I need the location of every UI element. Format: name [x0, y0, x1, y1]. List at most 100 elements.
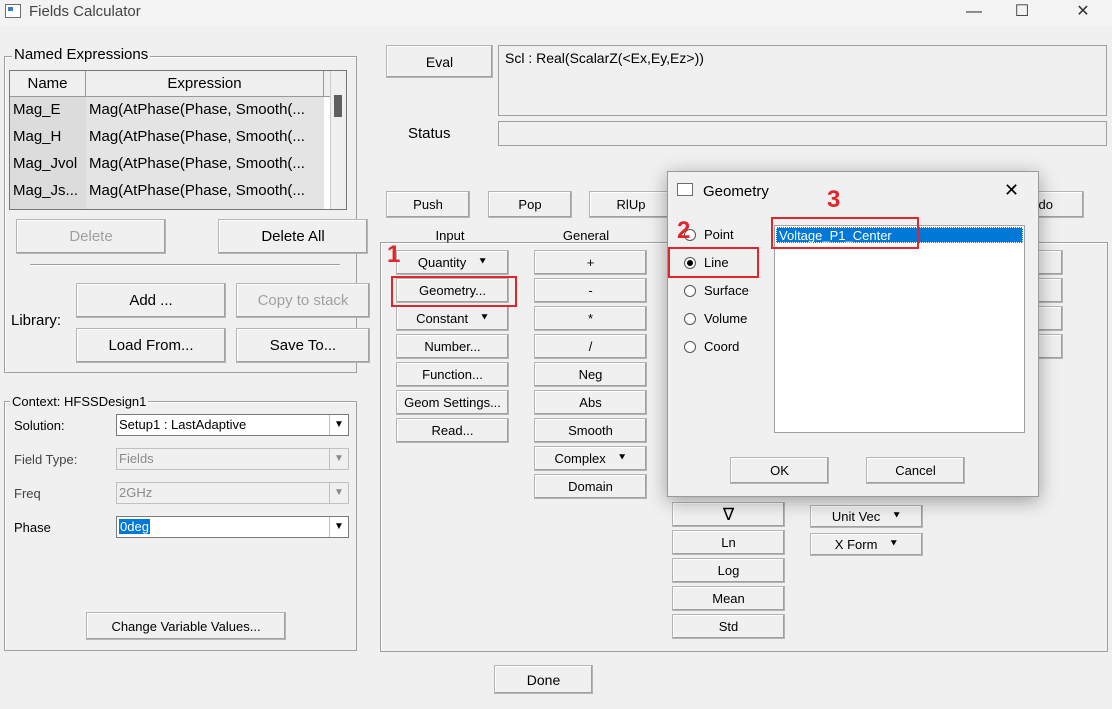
copy-to-stack-button[interactable]: Copy to stack	[236, 283, 370, 318]
complex-label: Complex	[554, 451, 606, 466]
gradient-button[interactable]: ∇	[672, 502, 785, 527]
read-button[interactable]: Read...	[396, 418, 509, 443]
phase-value[interactable]: 0deg	[119, 519, 150, 534]
freq-select[interactable]: 2GHz ▼	[116, 482, 349, 504]
chevron-down-icon[interactable]: ▼	[329, 483, 348, 503]
named-expressions-legend: Named Expressions	[12, 46, 151, 63]
function-button[interactable]: Function...	[396, 362, 509, 387]
cancel-button[interactable]: Cancel	[866, 457, 965, 484]
annotation-number-1: 1	[387, 241, 401, 268]
minimize-icon[interactable]: —	[951, 0, 997, 26]
column-header-name[interactable]: Name	[10, 71, 86, 97]
library-add-button[interactable]: Add ...	[76, 283, 226, 318]
save-to-button[interactable]: Save To...	[236, 328, 370, 363]
field-type-label: Field Type:	[14, 452, 78, 467]
close-icon[interactable]: ✕	[1060, 0, 1106, 26]
named-expressions-table: Name Expression Mag_E Mag(AtPhase(Phase, …	[9, 70, 347, 210]
row-name: Mag_Jvol	[13, 155, 78, 172]
highlight-box-geometry	[391, 276, 517, 307]
dialog-app-icon	[677, 183, 693, 196]
window-title: Fields Calculator	[29, 3, 141, 20]
ok-button[interactable]: OK	[730, 457, 829, 484]
general-header: General	[562, 228, 610, 243]
radio-volume-indicator[interactable]	[684, 313, 696, 325]
minus-button[interactable]: -	[534, 278, 647, 303]
chevron-down-icon[interactable]: ▼	[329, 415, 348, 435]
multiply-button[interactable]: *	[534, 306, 647, 331]
down-arrow-icon: ⯆	[889, 538, 899, 550]
row-name: Mag_Js...	[13, 182, 79, 199]
constant-label: Constant	[416, 311, 469, 326]
mean-button[interactable]: Mean	[672, 586, 785, 611]
abs-button[interactable]: Abs	[534, 390, 647, 415]
geometry-list[interactable]: Voltage_P1_Center	[774, 225, 1025, 433]
scrollbar-thumb[interactable]	[334, 95, 342, 117]
radio-point[interactable]: Point	[684, 227, 744, 245]
change-variable-values-button[interactable]: Change Variable Values...	[86, 612, 286, 640]
number-button[interactable]: Number...	[396, 334, 509, 359]
load-from-button[interactable]: Load From...	[76, 328, 226, 363]
quantity-button[interactable]: Quantity ⯆	[396, 250, 509, 275]
push-button[interactable]: Push	[386, 191, 470, 218]
x-form-button[interactable]: X Form ⯆	[810, 533, 923, 556]
radio-volume-label: Volume	[704, 311, 748, 326]
delete-button[interactable]: Delete	[16, 219, 166, 254]
field-type-select[interactable]: Fields ▼	[116, 448, 349, 470]
unit-vec-label: Unit Vec	[831, 509, 881, 524]
solution-select[interactable]: Setup1 : LastAdaptive ▼	[116, 414, 349, 436]
down-arrow-icon: ⯆	[478, 256, 488, 268]
radio-surface-indicator[interactable]	[684, 285, 696, 297]
row-expression: Mag(AtPhase(Phase, Smooth(...	[89, 101, 305, 118]
title-bar: Fields Calculator — ☐ ✕	[0, 0, 1112, 26]
plus-button[interactable]: +	[534, 250, 647, 275]
divider	[30, 264, 340, 266]
log-button[interactable]: Log	[672, 558, 785, 583]
pop-button[interactable]: Pop	[488, 191, 572, 218]
row-name: Mag_H	[13, 128, 62, 145]
done-button[interactable]: Done	[494, 665, 593, 694]
maximize-icon[interactable]: ☐	[999, 0, 1045, 26]
complex-button[interactable]: Complex ⯆	[534, 446, 647, 471]
divide-button[interactable]: /	[534, 334, 647, 359]
solution-label: Solution:	[14, 418, 65, 433]
x-form-label: X Form	[834, 537, 878, 552]
constant-button[interactable]: Constant ⯆	[396, 306, 509, 331]
table-scrollbar[interactable]	[330, 71, 346, 209]
domain-button[interactable]: Domain	[534, 474, 647, 499]
chevron-down-icon[interactable]: ▼	[329, 449, 348, 469]
dialog-close-icon[interactable]: ✕	[1004, 180, 1019, 201]
dialog-title: Geometry	[703, 183, 769, 200]
highlight-box-voltage-p1	[771, 217, 919, 249]
status-display	[498, 121, 1107, 146]
std-button[interactable]: Std	[672, 614, 785, 639]
radio-volume[interactable]: Volume	[684, 311, 764, 329]
phase-label: Phase	[14, 520, 51, 535]
field-type-value: Fields	[119, 451, 154, 466]
rlup-button[interactable]: RlUp	[589, 191, 673, 218]
smooth-button[interactable]: Smooth	[534, 418, 647, 443]
radio-coord-indicator[interactable]	[684, 341, 696, 353]
column-header-expression[interactable]: Expression	[86, 71, 324, 97]
down-arrow-icon: ⯆	[892, 510, 902, 522]
row-expression: Mag(AtPhase(Phase, Smooth(...	[89, 128, 305, 145]
row-expression: Mag(AtPhase(Phase, Smooth(...	[89, 155, 305, 172]
radio-coord[interactable]: Coord	[684, 339, 764, 357]
neg-button[interactable]: Neg	[534, 362, 647, 387]
expression-display[interactable]: Scl : Real(ScalarZ(<Ex,Ey,Ez>))	[498, 45, 1107, 116]
freq-label: Freq	[14, 486, 41, 501]
annotation-number-3: 3	[827, 186, 841, 213]
eval-button[interactable]: Eval	[386, 45, 493, 78]
delete-all-button[interactable]: Delete All	[218, 219, 368, 254]
down-arrow-icon: ⯆	[480, 312, 489, 324]
ln-button[interactable]: Ln	[672, 530, 785, 555]
geom-settings-button[interactable]: Geom Settings...	[396, 390, 509, 415]
solution-value: Setup1 : LastAdaptive	[119, 417, 247, 432]
phase-select[interactable]: 0deg ▼	[116, 516, 349, 538]
radio-coord-label: Coord	[704, 339, 740, 354]
chevron-down-icon[interactable]: ▼	[329, 517, 348, 537]
freq-value: 2GHz	[119, 485, 153, 500]
radio-surface[interactable]: Surface	[684, 283, 764, 301]
status-label: Status	[408, 125, 451, 142]
app-icon	[5, 4, 21, 18]
unit-vec-button[interactable]: Unit Vec ⯆	[810, 505, 923, 528]
